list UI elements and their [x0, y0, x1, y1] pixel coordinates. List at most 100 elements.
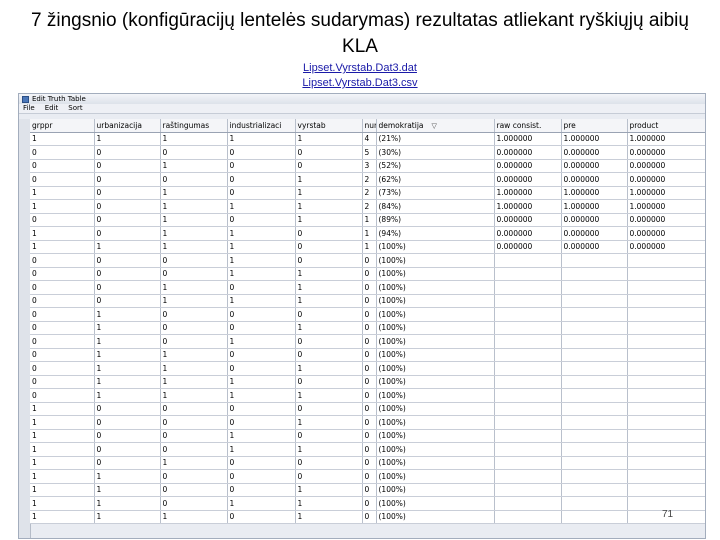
table-row[interactable]: 1 0 0 1 0 0 (100%) — [30, 429, 705, 443]
table-cell[interactable]: 1 — [295, 186, 363, 200]
menu-file[interactable]: File — [23, 104, 35, 113]
table-cell[interactable]: 1 — [160, 348, 228, 362]
table-cell[interactable]: 0 — [362, 334, 377, 349]
table-cell[interactable]: (100%) — [376, 496, 495, 511]
table-cell[interactable]: 0 — [30, 267, 95, 281]
table-cell[interactable] — [561, 280, 628, 295]
table-cell[interactable] — [494, 429, 562, 443]
table-cell[interactable]: (100%) — [376, 240, 495, 254]
table-cell[interactable]: 0.000000 — [561, 240, 628, 254]
table-cell[interactable] — [561, 334, 628, 349]
table-cell[interactable]: 0 — [227, 307, 296, 322]
table-cell[interactable]: 0 — [295, 334, 363, 349]
table-cell[interactable]: 0 — [295, 226, 363, 241]
table-cell[interactable]: 0 — [295, 402, 363, 416]
table-cell[interactable]: 2 — [362, 199, 377, 214]
csv-file-link[interactable]: Lipset.Vyrstab.Dat3.csv — [0, 76, 720, 91]
table-cell[interactable]: 1 — [227, 267, 296, 281]
table-cell[interactable] — [494, 334, 562, 349]
table-cell[interactable]: (52%) — [376, 159, 495, 173]
table-cell[interactable]: 0 — [94, 172, 161, 187]
table-cell[interactable]: 0 — [160, 321, 228, 335]
table-cell[interactable]: 0 — [94, 253, 161, 268]
dat-file-link[interactable]: Lipset.Vyrstab.Dat3.dat — [0, 61, 720, 76]
table-row[interactable]: 1 1 0 0 0 0 (100%) — [30, 469, 705, 484]
table-row[interactable]: 1 0 1 1 0 1 (94%) 0.000000 0.000000 0.000000 — [30, 226, 705, 241]
table-cell[interactable]: 0.000000 — [627, 159, 705, 173]
table-cell[interactable] — [561, 375, 628, 389]
table-cell[interactable]: (100%) — [376, 267, 495, 281]
column-header[interactable]: industrializaci — [227, 119, 296, 133]
table-cell[interactable]: 0.000000 — [561, 145, 628, 160]
table-cell[interactable]: 0 — [362, 469, 377, 484]
table-cell[interactable] — [561, 388, 628, 403]
table-cell[interactable]: (100%) — [376, 429, 495, 443]
table-cell[interactable]: 1 — [94, 334, 161, 349]
table-row[interactable]: 0 0 1 0 1 1 (89%) 0.000000 0.000000 0.000000 — [30, 213, 705, 227]
table-cell[interactable] — [561, 469, 628, 484]
table-cell[interactable]: 1 — [30, 456, 95, 470]
table-cell[interactable]: 1 — [295, 321, 363, 335]
table-cell[interactable]: 0 — [94, 145, 161, 160]
table-cell[interactable]: 0 — [30, 348, 95, 362]
table-cell[interactable] — [561, 402, 628, 416]
table-cell[interactable]: 0 — [30, 213, 95, 227]
table-cell[interactable] — [494, 402, 562, 416]
table-row[interactable]: 0 0 1 0 1 0 (100%) — [30, 280, 705, 295]
table-cell[interactable]: 1.000000 — [561, 132, 628, 146]
table-cell[interactable]: 0 — [30, 172, 95, 187]
table-cell[interactable]: 0 — [160, 442, 228, 457]
table-cell[interactable]: 0 — [94, 442, 161, 457]
table-cell[interactable]: 0 — [362, 456, 377, 470]
table-row[interactable]: 1 0 0 0 1 0 (100%) — [30, 415, 705, 430]
table-cell[interactable]: 1 — [295, 483, 363, 497]
table-cell[interactable]: 0 — [362, 307, 377, 322]
table-cell[interactable]: (100%) — [376, 456, 495, 470]
table-cell[interactable]: 0 — [94, 186, 161, 200]
table-cell[interactable] — [627, 469, 705, 484]
table-cell[interactable]: 0 — [295, 469, 363, 484]
table-cell[interactable]: 1 — [295, 388, 363, 403]
table-cell[interactable]: 1 — [160, 510, 228, 524]
table-cell[interactable] — [494, 496, 562, 511]
table-row[interactable]: 1 0 0 0 0 0 (100%) — [30, 402, 705, 416]
table-cell[interactable] — [627, 294, 705, 308]
table-cell[interactable]: 0 — [227, 186, 296, 200]
table-cell[interactable]: 1 — [94, 240, 161, 254]
table-row[interactable]: 0 0 0 1 0 0 (100%) — [30, 253, 705, 268]
table-cell[interactable]: 0 — [295, 145, 363, 160]
table-cell[interactable] — [627, 348, 705, 362]
table-cell[interactable]: (89%) — [376, 213, 495, 227]
table-cell[interactable]: 0 — [160, 307, 228, 322]
table-cell[interactable]: 1 — [295, 199, 363, 214]
table-cell[interactable]: 1 — [94, 348, 161, 362]
table-cell[interactable]: 1 — [160, 186, 228, 200]
table-cell[interactable]: 0 — [227, 483, 296, 497]
table-cell[interactable]: (100%) — [376, 307, 495, 322]
table-cell[interactable]: 1.000000 — [494, 132, 562, 146]
table-cell[interactable] — [494, 267, 562, 281]
table-cell[interactable]: 0 — [227, 456, 296, 470]
table-cell[interactable]: 0 — [30, 253, 95, 268]
table-cell[interactable]: 1 — [160, 294, 228, 308]
table-cell[interactable]: 0.000000 — [627, 226, 705, 241]
table-cell[interactable]: 0 — [362, 348, 377, 362]
table-cell[interactable]: 0.000000 — [627, 213, 705, 227]
table-row[interactable]: 0 1 1 1 0 0 (100%) — [30, 375, 705, 389]
table-cell[interactable]: 1 — [30, 132, 95, 146]
table-cell[interactable] — [627, 253, 705, 268]
table-cell[interactable]: 0 — [295, 253, 363, 268]
column-header[interactable]: number — [362, 119, 377, 133]
table-cell[interactable]: 0 — [30, 294, 95, 308]
table-cell[interactable]: 1 — [160, 132, 228, 146]
table-cell[interactable]: 1 — [94, 132, 161, 146]
table-cell[interactable]: 0.000000 — [494, 145, 562, 160]
table-cell[interactable] — [494, 348, 562, 362]
table-cell[interactable]: 1 — [30, 415, 95, 430]
table-cell[interactable]: 3 — [362, 159, 377, 173]
table-cell[interactable]: 1.000000 — [561, 199, 628, 214]
table-cell[interactable]: 0 — [160, 172, 228, 187]
table-cell[interactable]: 0 — [362, 267, 377, 281]
table-cell[interactable] — [561, 483, 628, 497]
table-cell[interactable]: 0 — [362, 388, 377, 403]
